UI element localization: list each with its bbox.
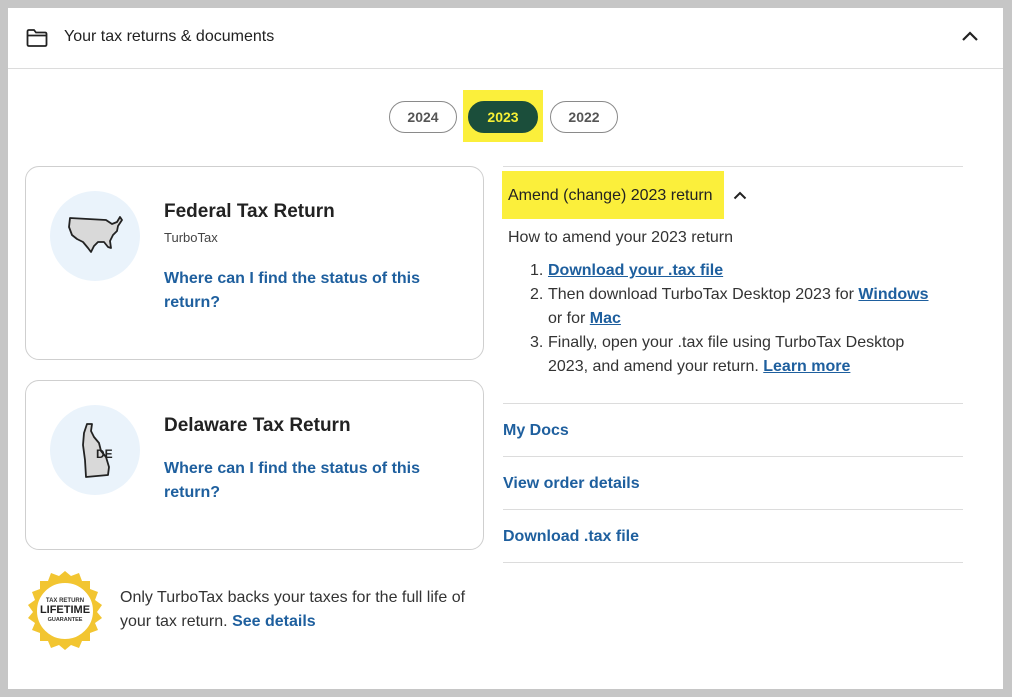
guarantee-text-line2: your tax return. See details <box>120 610 480 634</box>
badge-text-main: LIFETIME <box>40 604 90 616</box>
view-order-details-link[interactable]: View order details <box>503 475 640 493</box>
badge-text-bottom: GUARANTEE <box>48 617 83 623</box>
divider <box>503 403 963 404</box>
amend-intro: How to amend your 2023 return <box>508 229 734 246</box>
federal-card-title: Federal Tax Return <box>164 201 335 222</box>
delaware-map-icon: DE <box>82 423 113 478</box>
amend-step-1: 1. Download your .tax file <box>508 259 958 283</box>
amend-accordion-title[interactable]: Amend (change) 2023 return <box>508 187 713 205</box>
step2-text-or: or for <box>548 310 590 327</box>
step-number: 3. <box>530 334 544 351</box>
chevron-up-icon[interactable] <box>961 30 979 42</box>
amend-steps: 1. Download your .tax file 2. Then downl… <box>508 259 958 379</box>
federal-icon-circle <box>50 191 140 281</box>
federal-return-card[interactable]: Federal Tax Return TurboTax Where can I … <box>25 166 484 360</box>
step3-text-line1: Finally, open your .tax file using Turbo… <box>548 334 905 351</box>
lifetime-guarantee-badge: TAX RETURN LIFETIME GUARANTEE <box>28 571 102 650</box>
federal-status-link-line1: Where can I find the status of this <box>164 270 421 287</box>
header-title: Your tax returns & documents <box>64 28 275 45</box>
federal-card-subtitle: TurboTax <box>164 230 218 245</box>
learn-more-link[interactable]: Learn more <box>763 358 850 375</box>
panel-header[interactable]: Your tax returns & documents <box>8 8 1003 69</box>
divider <box>503 509 963 510</box>
mac-link[interactable]: Mac <box>590 310 621 327</box>
see-details-link[interactable]: See details <box>232 613 316 630</box>
delaware-icon-circle: DE <box>50 405 140 495</box>
tax-returns-panel: Your tax returns & documents 2024 2023 2… <box>8 8 1003 689</box>
step-number: 1. <box>530 262 544 279</box>
delaware-return-card[interactable]: DE Delaware Tax Return Where can I find … <box>25 380 484 550</box>
year-pill-2024[interactable]: 2024 <box>389 101 457 133</box>
guarantee-text-line1: Only TurboTax backs your taxes for the f… <box>120 589 466 606</box>
windows-link[interactable]: Windows <box>858 286 928 303</box>
step-number: 2. <box>530 286 544 303</box>
usa-map-icon <box>68 216 123 253</box>
download-tax-file-link-secondary[interactable]: Download .tax file <box>503 528 639 546</box>
download-tax-file-link[interactable]: Download your .tax file <box>548 262 723 279</box>
delaware-status-link-line1: Where can I find the status of this <box>164 460 421 477</box>
year-pill-2022[interactable]: 2022 <box>550 101 618 133</box>
step2-text: Then download TurboTax Desktop 2023 for <box>548 286 859 303</box>
divider <box>503 166 963 167</box>
year-selector: 2024 2023 2022 <box>8 90 1003 146</box>
chevron-up-icon[interactable] <box>733 191 747 200</box>
guarantee-text-line2-text: your tax return. <box>120 613 228 630</box>
amend-step-2: 2. Then download TurboTax Desktop 2023 f… <box>508 283 958 331</box>
divider <box>503 456 963 457</box>
delaware-status-link-line2: return? <box>164 484 220 501</box>
folder-icon <box>26 29 48 47</box>
delaware-card-title: Delaware Tax Return <box>164 415 351 436</box>
federal-status-link[interactable]: Where can I find the status of this retu… <box>164 267 434 315</box>
step3-text-line2: 2023, and amend your return. <box>548 358 764 375</box>
state-abbr: DE <box>96 447 113 461</box>
my-docs-link[interactable]: My Docs <box>503 422 569 440</box>
guarantee-text: Only TurboTax backs your taxes for the f… <box>120 586 480 634</box>
delaware-status-link[interactable]: Where can I find the status of this retu… <box>164 457 434 505</box>
federal-status-link-line2: return? <box>164 294 220 311</box>
year-pill-2023[interactable]: 2023 <box>468 101 538 133</box>
divider <box>503 562 963 563</box>
amend-step-3: 3. Finally, open your .tax file using Tu… <box>508 331 958 379</box>
